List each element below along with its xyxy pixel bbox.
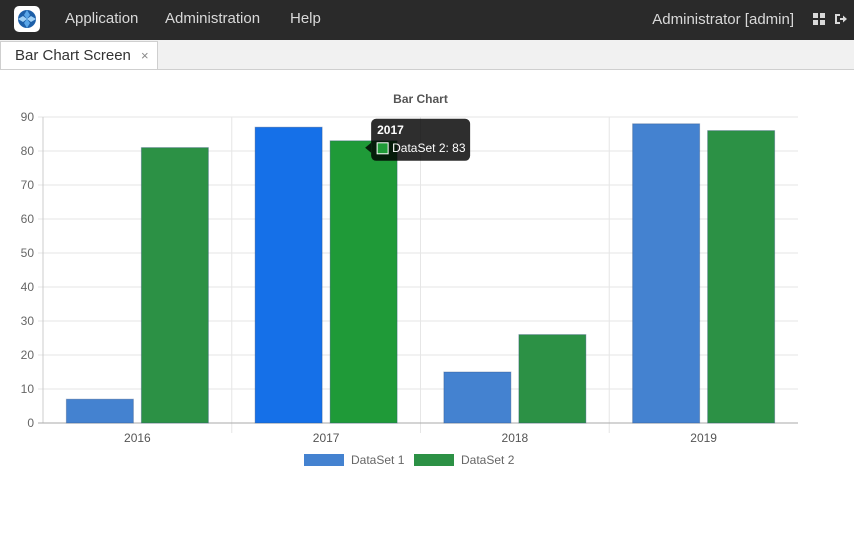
menu-administration[interactable]: Administration	[165, 10, 260, 27]
top-navbar: Application Administration Help Administ…	[0, 0, 854, 40]
x-tick-label: 2018	[502, 431, 529, 445]
y-tick-label: 0	[27, 416, 34, 430]
y-tick-label: 40	[21, 280, 35, 294]
y-tick-label: 90	[21, 110, 35, 124]
y-tick-label: 20	[21, 348, 35, 362]
bar-dataset-2-2016[interactable]	[140, 147, 209, 424]
bar-dataset-1-2019[interactable]	[632, 123, 701, 424]
tab-label: Bar Chart Screen	[15, 47, 131, 64]
tooltip-text: DataSet 2: 83	[392, 141, 466, 155]
chart-title: Bar Chart	[393, 92, 448, 106]
legend-swatch	[304, 454, 344, 466]
bar-dataset-2-2018[interactable]	[518, 334, 587, 424]
tab-strip: Bar Chart Screen ×	[0, 40, 854, 70]
bar-chart: Bar Chart 0 10 20 30 40 50 60 70 80 90 2016 2017 2018…	[21, 92, 798, 467]
tooltip-title: 2017	[377, 123, 404, 137]
bar-dataset-2-2017[interactable]	[329, 140, 398, 424]
menu-help[interactable]: Help	[290, 10, 321, 27]
legend-label: DataSet 1	[351, 453, 405, 467]
x-tick-label: 2016	[124, 431, 151, 445]
user-label[interactable]: Administrator [admin]	[652, 11, 794, 28]
y-tick-label: 50	[21, 246, 35, 260]
x-tick-label: 2017	[313, 431, 340, 445]
tab-bar-chart-screen[interactable]: Bar Chart Screen ×	[0, 41, 158, 69]
app-logo-icon[interactable]	[14, 6, 40, 32]
logout-icon[interactable]	[834, 12, 848, 26]
legend-label: DataSet 2	[461, 453, 515, 467]
bar-dataset-1-2018[interactable]	[443, 371, 512, 424]
tooltip-swatch	[376, 142, 389, 155]
y-tick-label: 60	[21, 212, 35, 226]
bar-dataset-1-2017[interactable]	[254, 126, 323, 424]
bar-dataset-2-2019[interactable]	[707, 130, 776, 424]
y-tick-label: 30	[21, 314, 35, 328]
close-icon[interactable]: ×	[141, 48, 149, 63]
y-tick-label: 70	[21, 178, 35, 192]
x-tick-label: 2019	[690, 431, 717, 445]
y-tick-label: 80	[21, 144, 35, 158]
bar-dataset-1-2016[interactable]	[65, 398, 134, 424]
grid-icon[interactable]	[812, 12, 826, 26]
menu-application[interactable]: Application	[65, 10, 138, 27]
y-tick-label: 10	[21, 382, 35, 396]
legend-swatch	[414, 454, 454, 466]
